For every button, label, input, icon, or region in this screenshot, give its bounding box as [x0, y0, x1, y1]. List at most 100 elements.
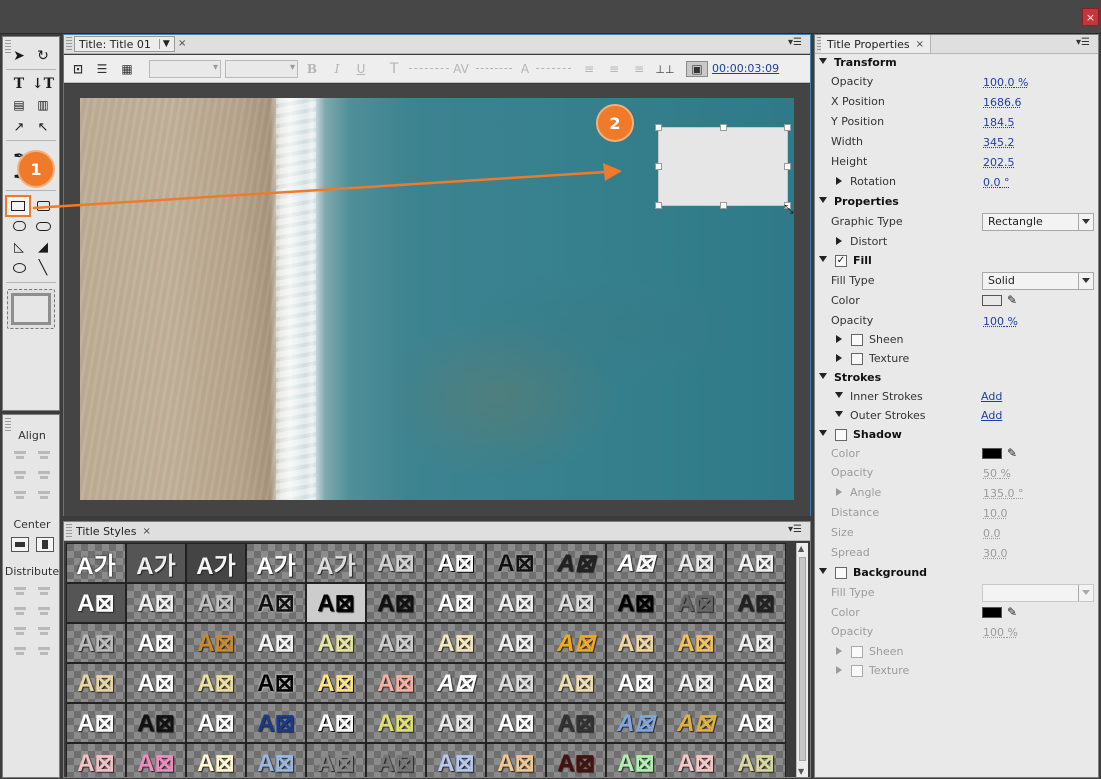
expand-icon[interactable]: [836, 177, 842, 185]
rectangle-tool-icon[interactable]: [5, 195, 31, 217]
title-style-swatch[interactable]: A⊠: [606, 543, 666, 583]
title-style-swatch[interactable]: A⊠: [486, 583, 546, 623]
center-vertical-icon[interactable]: [36, 537, 54, 552]
align-bottom-icon[interactable]: [35, 487, 53, 503]
distribute-horizontal-spacing-icon[interactable]: [11, 643, 29, 659]
distribute-bottom-icon[interactable]: [35, 623, 53, 639]
fill-checkbox[interactable]: ✓: [835, 255, 847, 267]
distribute-left-icon[interactable]: [11, 583, 29, 599]
collapse-icon[interactable]: [819, 373, 827, 379]
resize-handle[interactable]: [720, 124, 727, 131]
title-style-swatch[interactable]: A⊠: [726, 623, 786, 663]
title-style-swatch[interactable]: A⊠: [426, 543, 486, 583]
vertical-area-type-tool-icon[interactable]: ▥: [32, 96, 54, 114]
distribute-right-icon[interactable]: [11, 623, 29, 639]
shadow-section[interactable]: Shadow: [815, 425, 1098, 445]
resize-handle[interactable]: [720, 202, 727, 209]
background-checkbox[interactable]: [835, 567, 847, 579]
tab-title-styles[interactable]: Title Styles ×: [70, 522, 157, 540]
title-style-swatch[interactable]: A⊠: [546, 543, 606, 583]
distribute-top-icon[interactable]: [35, 583, 53, 599]
close-tab-icon[interactable]: ×: [142, 526, 150, 537]
selection-tool-icon[interactable]: ➤: [8, 47, 30, 65]
title-style-swatch[interactable]: A⊠: [246, 623, 306, 663]
background-fill-type-dropdown[interactable]: [982, 584, 1094, 602]
title-style-swatch[interactable]: A⊠: [66, 743, 126, 777]
title-style-swatch[interactable]: A⊠: [546, 743, 606, 777]
vertical-type-tool-icon[interactable]: ↓T: [32, 75, 54, 93]
title-style-swatch[interactable]: A⊠: [726, 743, 786, 777]
title-style-swatch[interactable]: A⊠: [606, 743, 666, 777]
background-texture-checkbox[interactable]: [851, 665, 863, 677]
background-section[interactable]: Background: [815, 563, 1098, 583]
align-right-text-icon[interactable]: ≡: [631, 61, 647, 77]
title-style-swatch[interactable]: A⊠: [546, 583, 606, 623]
title-style-swatch[interactable]: A⊠: [66, 623, 126, 663]
shadow-checkbox[interactable]: [835, 429, 847, 441]
collapse-icon[interactable]: [835, 411, 843, 417]
tab-title-properties[interactable]: Title Properties ×: [821, 35, 932, 53]
title-style-swatch[interactable]: A가: [246, 543, 306, 583]
chevron-down-icon[interactable]: ▼: [158, 39, 170, 49]
title-style-swatch[interactable]: A⊠: [306, 703, 366, 743]
title-style-swatch[interactable]: A⊠: [426, 583, 486, 623]
close-tab-icon[interactable]: ×: [916, 39, 924, 50]
scrollbar-thumb[interactable]: [799, 557, 806, 761]
sheen-checkbox[interactable]: [851, 334, 863, 346]
title-style-swatch[interactable]: A⊠: [246, 743, 306, 777]
title-style-swatch[interactable]: A⊠: [666, 583, 726, 623]
title-style-swatch[interactable]: A⊠: [486, 663, 546, 703]
title-style-swatch[interactable]: A⊠: [366, 543, 426, 583]
align-center-text-icon[interactable]: ≡: [606, 61, 622, 77]
title-style-swatch[interactable]: A⊠: [606, 663, 666, 703]
title-style-swatch[interactable]: A⊠: [726, 663, 786, 703]
fill-color-swatch[interactable]: [982, 295, 1002, 306]
leading-field[interactable]: [536, 68, 571, 69]
expand-icon[interactable]: [836, 647, 842, 655]
distribute-vertical-spacing-icon[interactable]: [35, 643, 53, 659]
title-style-swatch[interactable]: A⊠: [486, 543, 546, 583]
title-style-swatch[interactable]: A⊠: [126, 743, 186, 777]
title-style-swatch[interactable]: A⊠: [726, 703, 786, 743]
title-style-swatch[interactable]: A⊠: [606, 623, 666, 663]
title-style-swatch[interactable]: A⊠: [126, 703, 186, 743]
italic-icon[interactable]: I: [331, 61, 343, 77]
fill-type-dropdown[interactable]: Solid: [982, 272, 1094, 290]
texture-checkbox[interactable]: [851, 353, 863, 365]
title-style-swatch[interactable]: A⊠: [66, 663, 126, 703]
shadow-angle-value[interactable]: 135.0 °: [983, 487, 1024, 500]
bold-icon[interactable]: B: [306, 61, 318, 77]
title-style-swatch[interactable]: A가: [66, 543, 126, 583]
title-style-swatch[interactable]: A⊠: [606, 703, 666, 743]
title-style-swatch[interactable]: A⊠: [426, 703, 486, 743]
properties-section[interactable]: Properties: [815, 192, 1098, 212]
title-style-swatch[interactable]: A⊠: [546, 703, 606, 743]
title-style-swatch[interactable]: A⊠: [66, 583, 126, 623]
clipped-rectangle-tool-icon[interactable]: [32, 197, 54, 215]
title-style-swatch[interactable]: A⊠: [186, 743, 246, 777]
background-opacity-value[interactable]: 100 %: [983, 626, 1018, 639]
center-horizontal-icon[interactable]: [11, 537, 29, 552]
shadow-color-swatch[interactable]: [982, 448, 1002, 459]
title-style-swatch[interactable]: A⊠: [666, 543, 726, 583]
background-sheen-checkbox[interactable]: [851, 646, 863, 658]
title-style-swatch[interactable]: A⊠: [186, 623, 246, 663]
fill-section[interactable]: ✓ Fill: [815, 251, 1098, 271]
font-family-dropdown[interactable]: [149, 60, 221, 78]
font-style-dropdown[interactable]: [225, 60, 298, 78]
title-style-swatch[interactable]: A⊠: [426, 663, 486, 703]
title-style-swatch[interactable]: A⊠: [306, 743, 366, 777]
add-outer-stroke-link[interactable]: Add: [981, 409, 1002, 422]
add-inner-stroke-link[interactable]: Add: [981, 390, 1002, 403]
shadow-distance-value[interactable]: 10.0: [983, 507, 1008, 520]
title-style-swatch[interactable]: A⊠: [486, 623, 546, 663]
font-size-field[interactable]: [409, 68, 449, 69]
rotation-tool-icon[interactable]: ↻: [32, 47, 54, 65]
close-tab-icon[interactable]: ×: [178, 38, 186, 49]
title-style-swatch[interactable]: A⊠: [426, 743, 486, 777]
title-style-swatch[interactable]: A⊠: [606, 583, 666, 623]
collapse-icon[interactable]: [819, 430, 827, 436]
wedge-tool-icon[interactable]: ◺: [8, 238, 30, 256]
title-style-swatch[interactable]: A⊠: [306, 583, 366, 623]
strokes-section[interactable]: Strokes: [815, 368, 1098, 388]
